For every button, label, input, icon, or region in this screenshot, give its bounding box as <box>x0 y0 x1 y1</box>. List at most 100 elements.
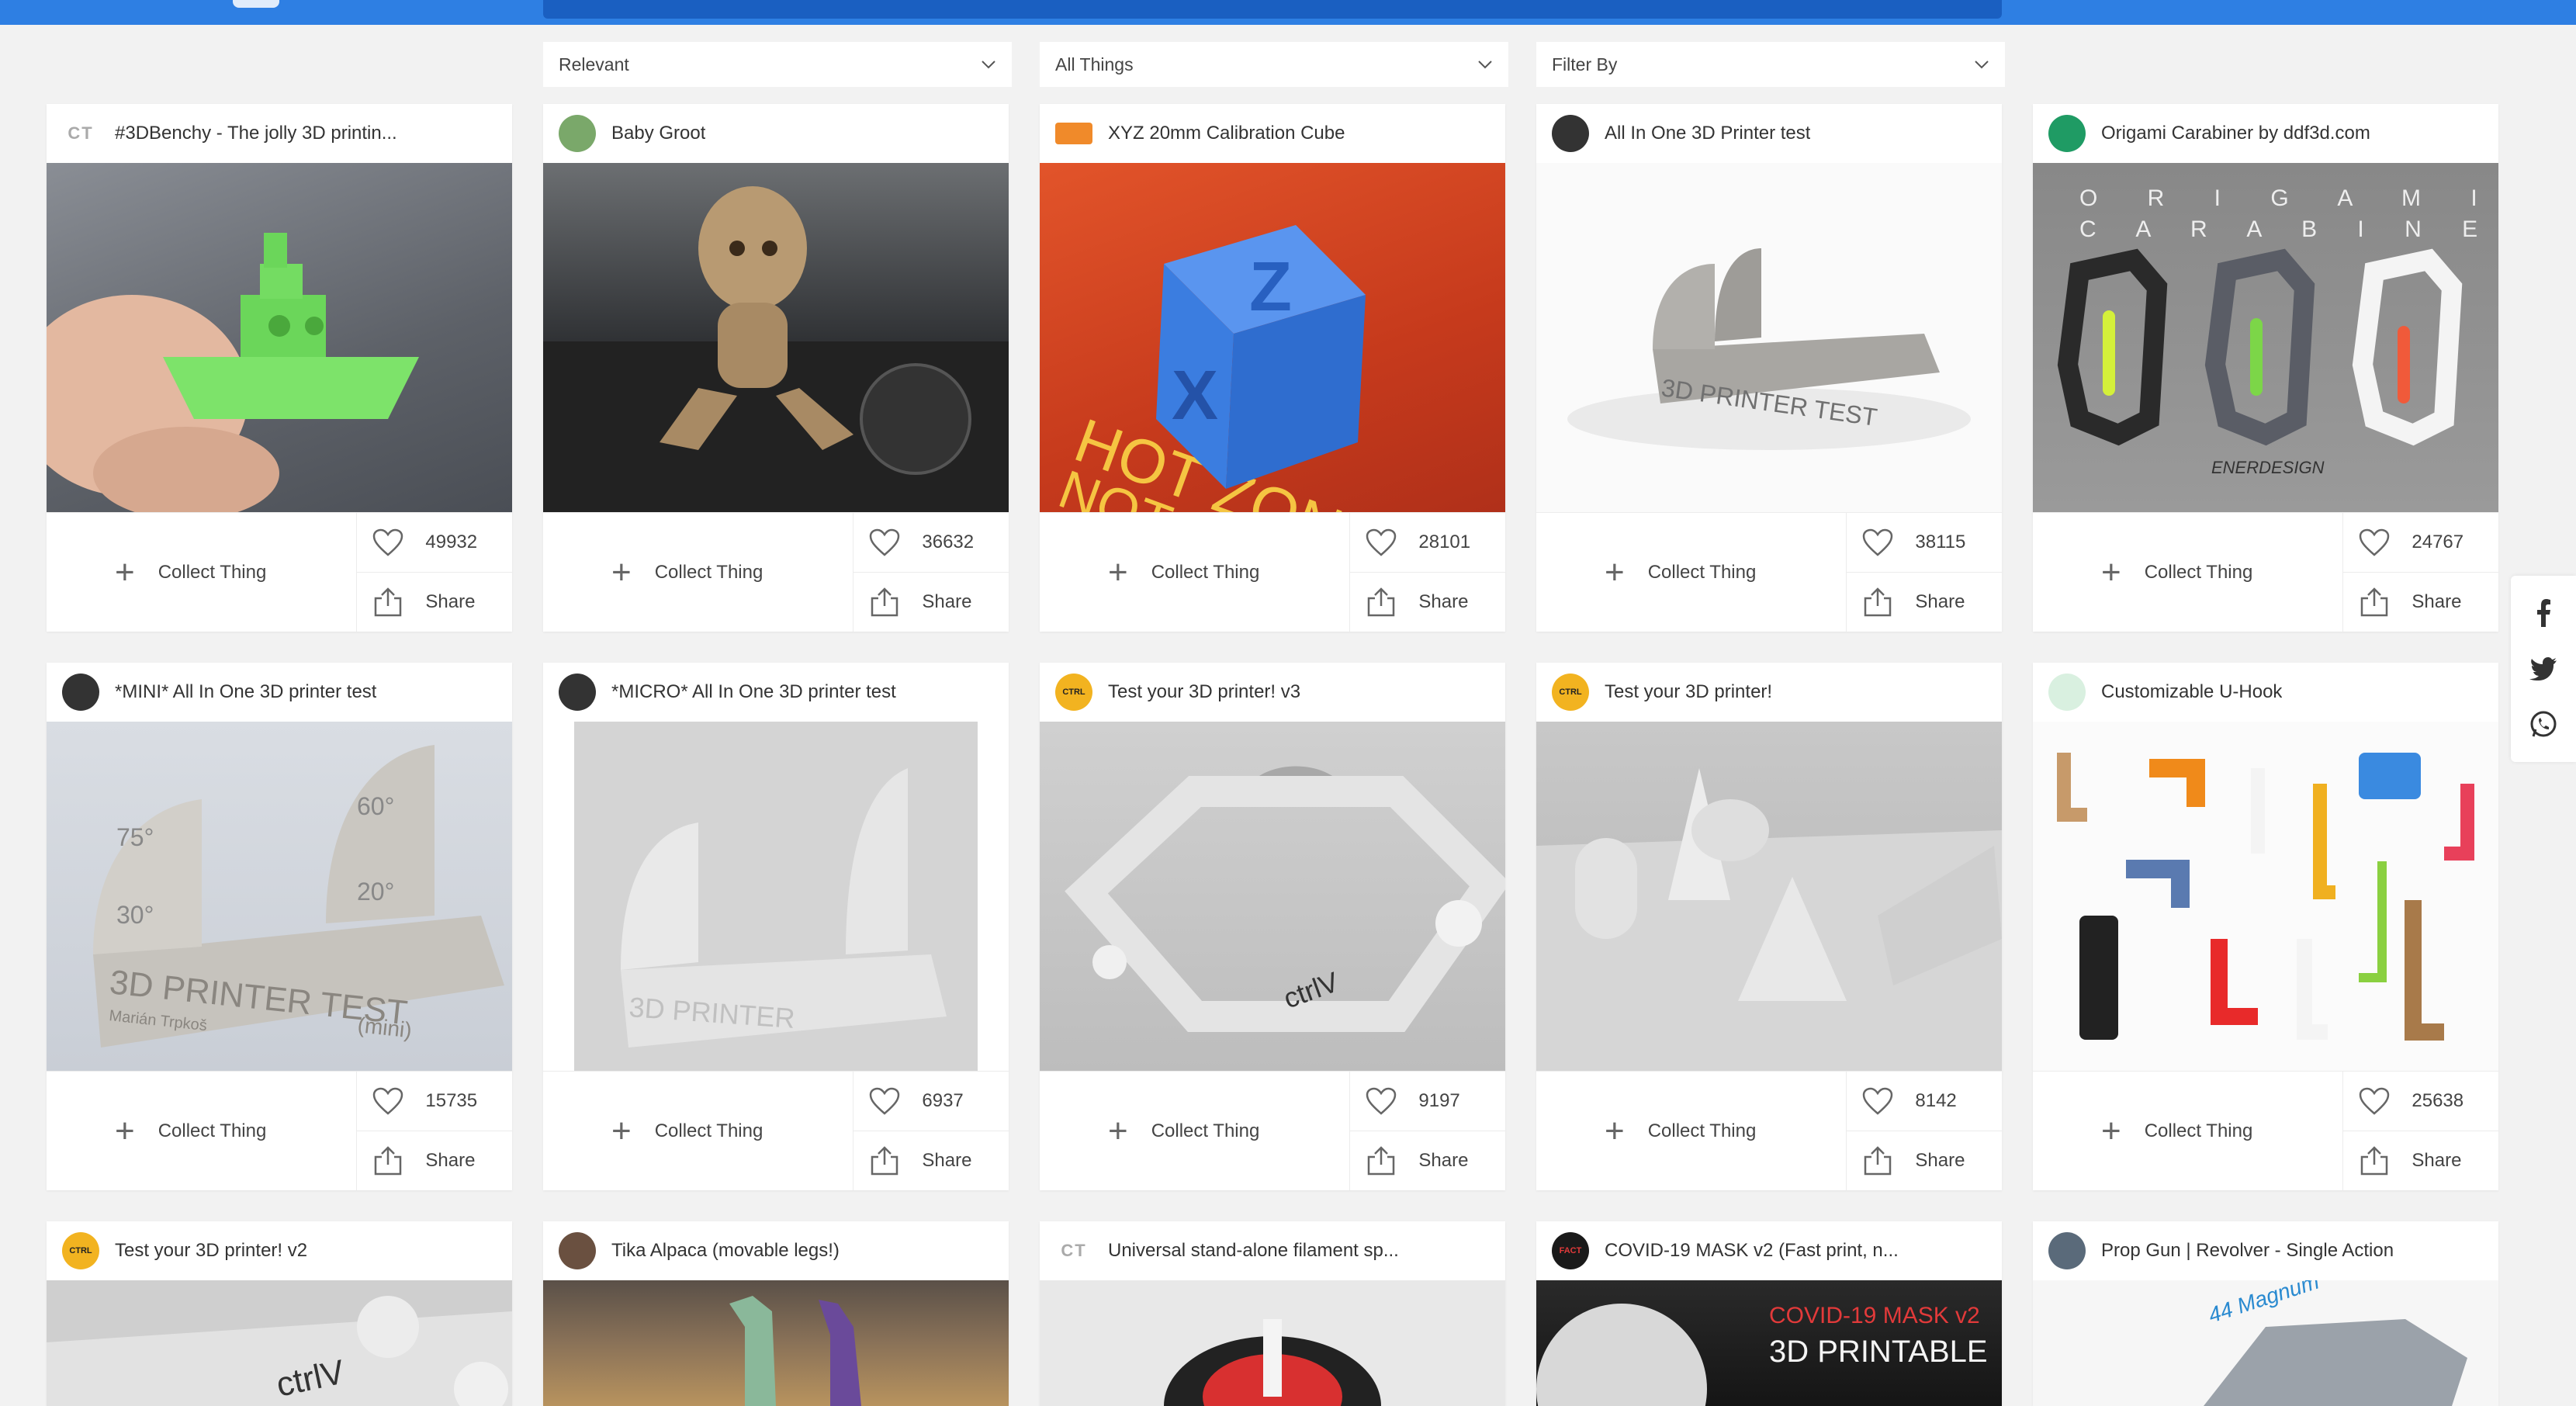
avatar[interactable]: CTRL <box>1552 674 1589 711</box>
like-button[interactable]: 36632 <box>853 513 1009 572</box>
thing-card[interactable]: CTRL Test your 3D printer! + Collect Thin… <box>1536 663 2002 1190</box>
category-dropdown[interactable]: All Things <box>1040 42 1508 87</box>
collect-thing-button[interactable]: + Collect Thing <box>47 1072 356 1190</box>
thing-thumbnail[interactable]: ctrlV <box>1040 722 1505 1071</box>
card-title[interactable]: Origami Carabiner by ddf3d.com <box>2101 123 2370 144</box>
card-title[interactable]: Customizable U-Hook <box>2101 681 2282 703</box>
social-share-sidebar <box>2511 576 2576 762</box>
collect-thing-button[interactable]: + Collect Thing <box>2033 513 2342 632</box>
card-title[interactable]: Baby Groot <box>611 123 705 144</box>
share-button[interactable]: Share <box>357 1131 512 1190</box>
share-button[interactable]: Share <box>1350 1131 1505 1190</box>
sort-dropdown[interactable]: Relevant <box>543 42 1012 87</box>
avatar[interactable] <box>62 674 99 711</box>
avatar[interactable]: CT <box>1055 1232 1092 1269</box>
card-title[interactable]: Test your 3D printer! v2 <box>115 1240 307 1262</box>
share-button[interactable]: Share <box>853 572 1009 632</box>
thing-card[interactable]: *MICRO* All In One 3D printer test 3D PR… <box>543 663 1009 1190</box>
thing-card[interactable]: *MINI* All In One 3D printer test 75° 30… <box>47 663 512 1190</box>
thing-thumbnail[interactable] <box>47 163 512 512</box>
thing-thumbnail[interactable] <box>543 163 1009 512</box>
collect-thing-button[interactable]: + Collect Thing <box>1040 513 1349 632</box>
card-title[interactable]: Test your 3D printer! v3 <box>1108 681 1300 703</box>
collect-thing-button[interactable]: + Collect Thing <box>2033 1072 2342 1190</box>
card-header: FACT COVID-19 MASK v2 (Fast print, n... <box>1536 1221 2002 1280</box>
thing-card[interactable]: Origami Carabiner by ddf3d.com O R I G A… <box>2033 104 2498 632</box>
thing-thumbnail[interactable] <box>543 1280 1009 1406</box>
like-button[interactable]: 9197 <box>1350 1072 1505 1131</box>
like-button[interactable]: 49932 <box>357 513 512 572</box>
thing-thumbnail[interactable]: 3D PRINTER TEST <box>1536 163 2002 512</box>
collect-thing-button[interactable]: + Collect Thing <box>543 513 853 632</box>
thing-card[interactable]: Customizable U-Hook + Collect Thing 25638… <box>2033 663 2498 1190</box>
thing-card[interactable]: CTRL Test your 3D printer! v3 ctrlV + Col… <box>1040 663 1505 1190</box>
thing-card[interactable]: FACT COVID-19 MASK v2 (Fast print, n... … <box>1536 1221 2002 1406</box>
thing-card[interactable]: XYZ 20mm Calibration Cube HOT ZONE NOT Z… <box>1040 104 1505 632</box>
thing-card[interactable]: Tika Alpaca (movable legs!) <box>543 1221 1009 1406</box>
thing-thumbnail[interactable]: ctrlV <box>47 1280 512 1406</box>
thing-card[interactable]: All In One 3D Printer test 3D PRINTER TE… <box>1536 104 2002 632</box>
thing-card[interactable]: CT Universal stand-alone filament sp... <box>1040 1221 1505 1406</box>
like-button[interactable]: 15735 <box>357 1072 512 1131</box>
like-button[interactable]: 6937 <box>853 1072 1009 1131</box>
avatar[interactable] <box>559 115 596 152</box>
avatar[interactable]: CT <box>62 115 99 152</box>
avatar[interactable] <box>1552 115 1589 152</box>
collect-thing-button[interactable]: + Collect Thing <box>1040 1072 1349 1190</box>
avatar[interactable] <box>559 674 596 711</box>
twitter-icon[interactable] <box>2529 656 2557 680</box>
whatsapp-icon[interactable] <box>2529 711 2557 739</box>
thing-thumbnail[interactable]: O R I G A M I C A R A B I N E R ENERDESI… <box>2033 163 2498 512</box>
thing-thumbnail[interactable]: 3D PRINTER <box>543 722 1009 1071</box>
thing-card[interactable]: CT #3DBenchy - The jolly 3D printin... +… <box>47 104 512 632</box>
thing-card[interactable]: CTRL Test your 3D printer! v2 ctrlV <box>47 1221 512 1406</box>
thing-thumbnail[interactable] <box>1040 1280 1505 1406</box>
avatar[interactable]: FACT <box>1552 1232 1589 1269</box>
card-title[interactable]: XYZ 20mm Calibration Cube <box>1108 123 1345 144</box>
card-title[interactable]: All In One 3D Printer test <box>1605 123 1810 144</box>
card-title[interactable]: *MICRO* All In One 3D printer test <box>611 681 896 703</box>
thing-thumbnail[interactable] <box>1536 722 2002 1071</box>
facebook-icon[interactable] <box>2535 598 2552 627</box>
share-button[interactable]: Share <box>2343 572 2498 632</box>
avatar[interactable]: CTRL <box>62 1232 99 1269</box>
like-button[interactable]: 24767 <box>2343 513 2498 572</box>
thing-thumbnail[interactable]: COVID-19 MASK v2 3D PRINTABLE <box>1536 1280 2002 1406</box>
avatar[interactable] <box>1055 123 1092 144</box>
thing-card[interactable]: Prop Gun | Revolver - Single Action 44 M… <box>2033 1221 2498 1406</box>
share-button[interactable]: Share <box>853 1131 1009 1190</box>
card-title[interactable]: Test your 3D printer! <box>1605 681 1772 703</box>
like-button[interactable]: 38115 <box>1847 513 2002 572</box>
avatar[interactable] <box>2048 115 2086 152</box>
share-button[interactable]: Share <box>1847 572 2002 632</box>
thing-thumbnail[interactable]: 44 Magnum <box>2033 1280 2498 1406</box>
collect-thing-button[interactable]: + Collect Thing <box>1536 1072 1846 1190</box>
card-title[interactable]: COVID-19 MASK v2 (Fast print, n... <box>1605 1240 1899 1262</box>
thing-thumbnail[interactable] <box>2033 722 2498 1071</box>
search-bar-strip[interactable] <box>543 0 2002 19</box>
collect-thing-button[interactable]: + Collect Thing <box>543 1072 853 1190</box>
thing-thumbnail[interactable]: HOT ZONE NOT Z X <box>1040 163 1505 512</box>
collect-thing-button[interactable]: + Collect Thing <box>1536 513 1846 632</box>
share-button[interactable]: Share <box>357 572 512 632</box>
card-title[interactable]: Tika Alpaca (movable legs!) <box>611 1240 840 1262</box>
like-button[interactable]: 25638 <box>2343 1072 2498 1131</box>
like-button[interactable]: 8142 <box>1847 1072 2002 1131</box>
avatar[interactable] <box>2048 674 2086 711</box>
card-title[interactable]: *MINI* All In One 3D printer test <box>115 681 376 703</box>
logo-fragment[interactable] <box>233 0 279 8</box>
filter-dropdown[interactable]: Filter By <box>1536 42 2005 87</box>
thing-thumbnail[interactable]: 75° 30° 60° 20° 3D PRINTER TEST (mini) M… <box>47 722 512 1071</box>
collect-thing-button[interactable]: + Collect Thing <box>47 513 356 632</box>
avatar[interactable]: CTRL <box>1055 674 1092 711</box>
share-button[interactable]: Share <box>2343 1131 2498 1190</box>
like-button[interactable]: 28101 <box>1350 513 1505 572</box>
card-title[interactable]: #3DBenchy - The jolly 3D printin... <box>115 123 397 144</box>
card-title[interactable]: Universal stand-alone filament sp... <box>1108 1240 1399 1262</box>
avatar[interactable] <box>2048 1232 2086 1269</box>
share-button[interactable]: Share <box>1350 572 1505 632</box>
card-title[interactable]: Prop Gun | Revolver - Single Action <box>2101 1240 2394 1262</box>
avatar[interactable] <box>559 1232 596 1269</box>
share-button[interactable]: Share <box>1847 1131 2002 1190</box>
thing-card[interactable]: Baby Groot + Collect Thing 36632 Share <box>543 104 1009 632</box>
